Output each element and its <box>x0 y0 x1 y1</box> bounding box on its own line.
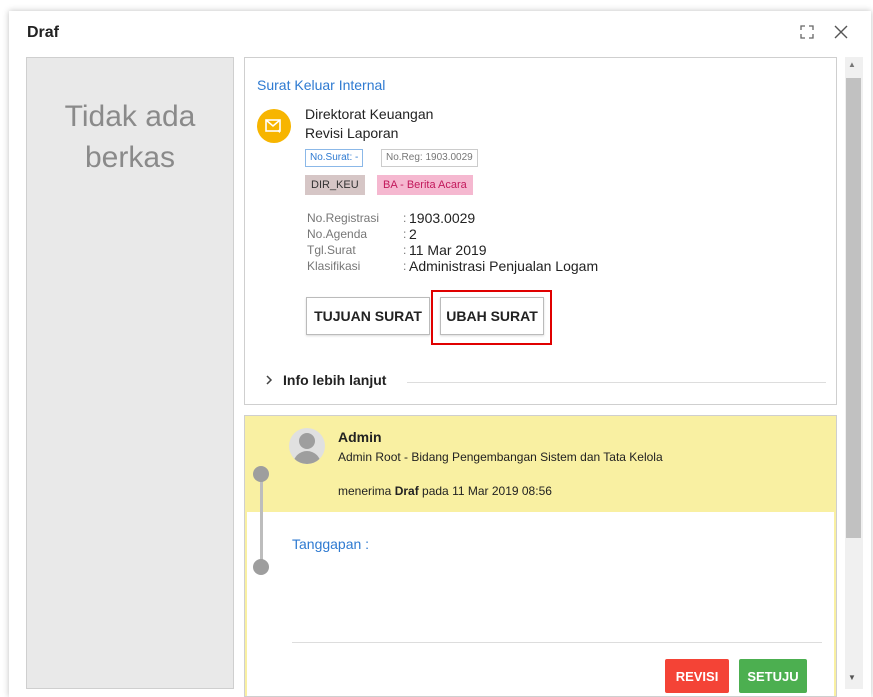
no-surat-badge: No.Surat: - <box>305 149 364 167</box>
letter-type-link[interactable]: Surat Keluar Internal <box>257 77 385 93</box>
mail-icon <box>257 109 291 143</box>
meta-label: Klasifikasi <box>307 259 361 273</box>
meta-row-klasifikasi: Klasifikasi: Administrasi Penjualan Logam <box>307 258 598 274</box>
no-reg-badge: No.Reg: 1903.0029 <box>381 149 478 167</box>
sender-name: Direktorat Keuangan <box>305 106 434 122</box>
unit-badge: DIR_KEU <box>305 175 365 195</box>
meta-value: 11 Mar 2019 <box>409 242 487 258</box>
info-more-toggle[interactable]: Info lebih lanjut <box>265 372 386 388</box>
meta-label: Tgl.Surat <box>307 243 356 257</box>
annotation-highlight-box <box>431 290 552 345</box>
activity-text: menerima Draf pada 11 Mar 2019 08:56 <box>338 484 552 498</box>
divider <box>292 642 822 643</box>
meta-value: 1903.0029 <box>409 210 476 226</box>
revisi-button[interactable]: REVISI <box>665 659 729 693</box>
close-icon[interactable] <box>834 25 848 42</box>
activity-doc-type: Draf <box>394 484 419 498</box>
avatar-body <box>293 451 321 464</box>
scroll-up-arrow-icon[interactable]: ▲ <box>848 60 856 69</box>
user-role: Admin Root - Bidang Pengembangan Sistem … <box>338 450 663 464</box>
scroll-down-arrow-icon[interactable]: ▼ <box>848 673 856 682</box>
maximize-icon[interactable] <box>800 25 814 42</box>
letter-card: Surat Keluar Internal Direktorat Keuanga… <box>244 57 837 405</box>
meta-row-registrasi: No.Registrasi:1903.0029 <box>307 210 598 226</box>
setuju-button[interactable]: SETUJU <box>739 659 807 693</box>
activity-suffix: pada 11 Mar 2019 08:56 <box>418 484 552 498</box>
dialog-title: Draf <box>27 24 60 41</box>
chevron-right-icon <box>265 372 273 388</box>
meta-row-tgl-surat: Tgl.Surat:11 Mar 2019 <box>307 242 598 258</box>
user-name: Admin <box>338 429 382 445</box>
info-more-label: Info lebih lanjut <box>283 372 387 388</box>
letter-meta: No.Registrasi:1903.0029 No.Agenda:2 Tgl.… <box>307 210 598 274</box>
timeline-dot <box>253 559 269 575</box>
attachment-panel: Tidak ada berkas <box>26 57 234 689</box>
letter-subject: Revisi Laporan <box>305 125 399 141</box>
meta-label: No.Agenda <box>307 227 368 241</box>
divider <box>407 382 826 383</box>
letter-type-badge: BA - Berita Acara <box>377 175 473 195</box>
avatar <box>289 428 325 464</box>
activity-prefix: menerima <box>338 484 395 498</box>
tujuan-surat-button[interactable]: TUJUAN SURAT <box>306 297 430 335</box>
timeline-entry-header <box>245 416 836 513</box>
response-label[interactable]: Tanggapan : <box>292 536 369 552</box>
scrollbar-thumb[interactable] <box>846 78 861 538</box>
avatar-head <box>299 433 315 449</box>
empty-attachments-text: Tidak ada berkas <box>64 100 196 174</box>
meta-label: No.Registrasi <box>307 211 380 225</box>
meta-value: Administrasi Penjualan Logam <box>409 258 599 274</box>
meta-value: 2 <box>409 226 417 242</box>
meta-row-agenda: No.Agenda:2 <box>307 226 598 242</box>
timeline-dot <box>253 466 269 482</box>
timeline-line <box>260 472 263 568</box>
timeline-card: Admin Admin Root - Bidang Pengembangan S… <box>244 415 837 697</box>
